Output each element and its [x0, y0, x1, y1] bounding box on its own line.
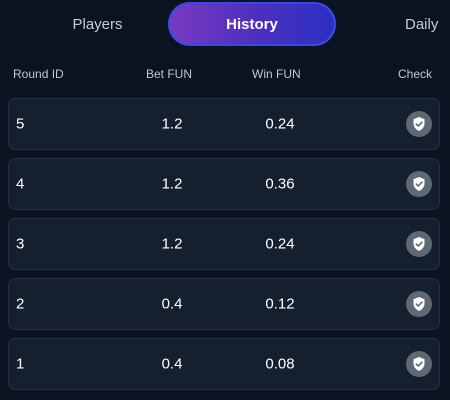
shield-check-icon: [413, 297, 425, 311]
bet-cell: 1.2: [161, 175, 183, 193]
tab-players[interactable]: Players: [45, 2, 150, 46]
check-button[interactable]: [406, 111, 432, 137]
round-id-cell: 5: [16, 115, 25, 133]
column-header-bet: Bet FUN: [146, 67, 193, 81]
check-button[interactable]: [406, 231, 432, 257]
bet-cell: 0.4: [161, 355, 183, 373]
table-row: 5 1.2 0.24: [8, 98, 440, 150]
shield-check-icon: [413, 237, 425, 251]
win-cell: 0.24: [265, 115, 295, 133]
round-id-cell: 1: [16, 355, 25, 373]
bet-history-panel: Players History Daily Round ID Bet FUN W…: [0, 0, 450, 400]
win-cell: 0.12: [265, 295, 295, 313]
table-row: 3 1.2 0.24: [8, 218, 440, 270]
tab-bar: Players History Daily: [0, 0, 450, 50]
table-row: 1 0.4 0.08: [8, 338, 440, 390]
shield-check-icon: [413, 357, 425, 371]
round-id-cell: 4: [16, 175, 25, 193]
bet-cell: 1.2: [161, 115, 183, 133]
column-header-round-id: Round ID: [13, 67, 64, 81]
column-header-win: Win FUN: [252, 67, 301, 81]
shield-check-icon: [413, 177, 425, 191]
bet-cell: 0.4: [161, 295, 183, 313]
table-row: 2 0.4 0.12: [8, 278, 440, 330]
tab-history[interactable]: History: [168, 2, 336, 46]
check-button[interactable]: [406, 171, 432, 197]
bet-cell: 1.2: [161, 235, 183, 253]
win-cell: 0.24: [265, 235, 295, 253]
tab-daily[interactable]: Daily: [398, 2, 450, 46]
shield-check-icon: [413, 117, 425, 131]
table-row: 4 1.2 0.36: [8, 158, 440, 210]
table-header: Round ID Bet FUN Win FUN Check: [0, 62, 450, 86]
win-cell: 0.36: [265, 175, 295, 193]
check-button[interactable]: [406, 291, 432, 317]
round-id-cell: 3: [16, 235, 25, 253]
check-button[interactable]: [406, 351, 432, 377]
win-cell: 0.08: [265, 355, 295, 373]
column-header-check: Check: [398, 67, 433, 81]
round-id-cell: 2: [16, 295, 25, 313]
